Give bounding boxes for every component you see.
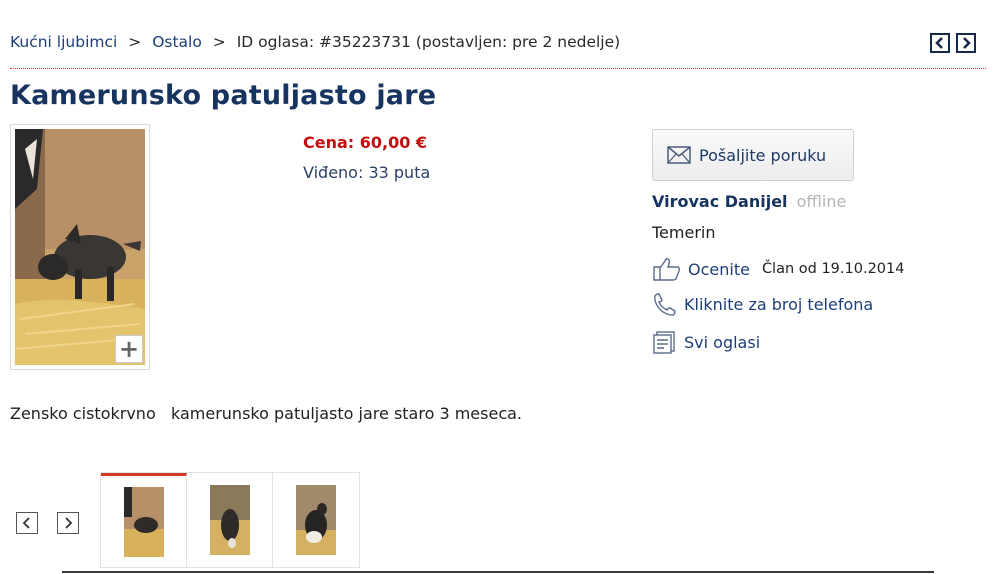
send-message-label: Pošaljite poruku (699, 145, 827, 165)
breadcrumb-separator: > (128, 33, 142, 51)
zoom-button[interactable]: + (115, 335, 143, 363)
main-photo[interactable]: + (10, 124, 150, 370)
chevron-left-icon (935, 37, 943, 49)
seller-status: offline (796, 192, 847, 211)
thumbnail-image (296, 485, 336, 555)
chevron-left-icon (22, 517, 30, 529)
chevron-right-icon (963, 37, 971, 49)
ad-description: Zensko cistokrvno kamerunsko patuljasto … (10, 404, 523, 423)
breadcrumb-link-kucni-ljubimci[interactable]: Kućni ljubimci (10, 33, 117, 51)
send-message-button[interactable]: Pošaljite poruku (652, 129, 854, 181)
thumbnail[interactable] (273, 473, 359, 567)
header-divider (10, 68, 986, 69)
seller-name-link[interactable]: Virovac Danijel (652, 192, 788, 211)
phone-icon (654, 293, 676, 316)
seller-info: Virovac Danijel offline (652, 192, 846, 211)
show-phone-link[interactable]: Kliknite za broj telefona (684, 295, 873, 314)
thumbnail[interactable] (101, 473, 187, 567)
envelope-icon (667, 146, 691, 164)
chevron-right-icon (65, 517, 73, 529)
rate-seller-link[interactable]: Ocenite (688, 260, 750, 279)
main-photo-image (15, 129, 145, 365)
document-icon (653, 331, 675, 354)
ad-id-text: ID oglasa: #35223731 (postavljen: pre 2 … (236, 33, 621, 51)
thumbnail-strip (100, 472, 360, 568)
gallery-prev-button[interactable] (16, 512, 38, 534)
rate-row: Ocenite Član od 19.10.2014 (652, 257, 904, 281)
all-ads-row: Svi oglasi (652, 330, 760, 354)
previous-ad-button[interactable] (930, 33, 950, 53)
plus-icon: + (118, 335, 140, 363)
breadcrumb-link-ostalo[interactable]: Ostalo (152, 33, 202, 51)
bottom-divider (62, 571, 934, 573)
thumbs-up-icon (653, 258, 681, 281)
seller-name: Virovac Danijel (652, 192, 788, 211)
breadcrumb: Kućni ljubimci > Ostalo > ID oglasa: #35… (10, 33, 620, 51)
member-since: Član od 19.10.2014 (761, 261, 905, 277)
thumbnail-image (209, 485, 250, 555)
seller-city: Temerin (652, 223, 716, 242)
thumbnail[interactable] (187, 473, 273, 567)
thumbnail-image (123, 486, 164, 557)
ad-navigation (930, 33, 976, 53)
all-ads-link[interactable]: Svi oglasi (684, 333, 760, 352)
next-ad-button[interactable] (956, 33, 976, 53)
ad-title: Kamerunsko patuljasto jare (10, 80, 437, 111)
breadcrumb-separator: > (212, 33, 226, 51)
phone-row: Kliknite za broj telefona (652, 292, 873, 316)
gallery-next-button[interactable] (57, 512, 79, 534)
price: Cena: 60,00 € (303, 133, 428, 152)
view-count: Viđeno: 33 puta (303, 163, 431, 182)
